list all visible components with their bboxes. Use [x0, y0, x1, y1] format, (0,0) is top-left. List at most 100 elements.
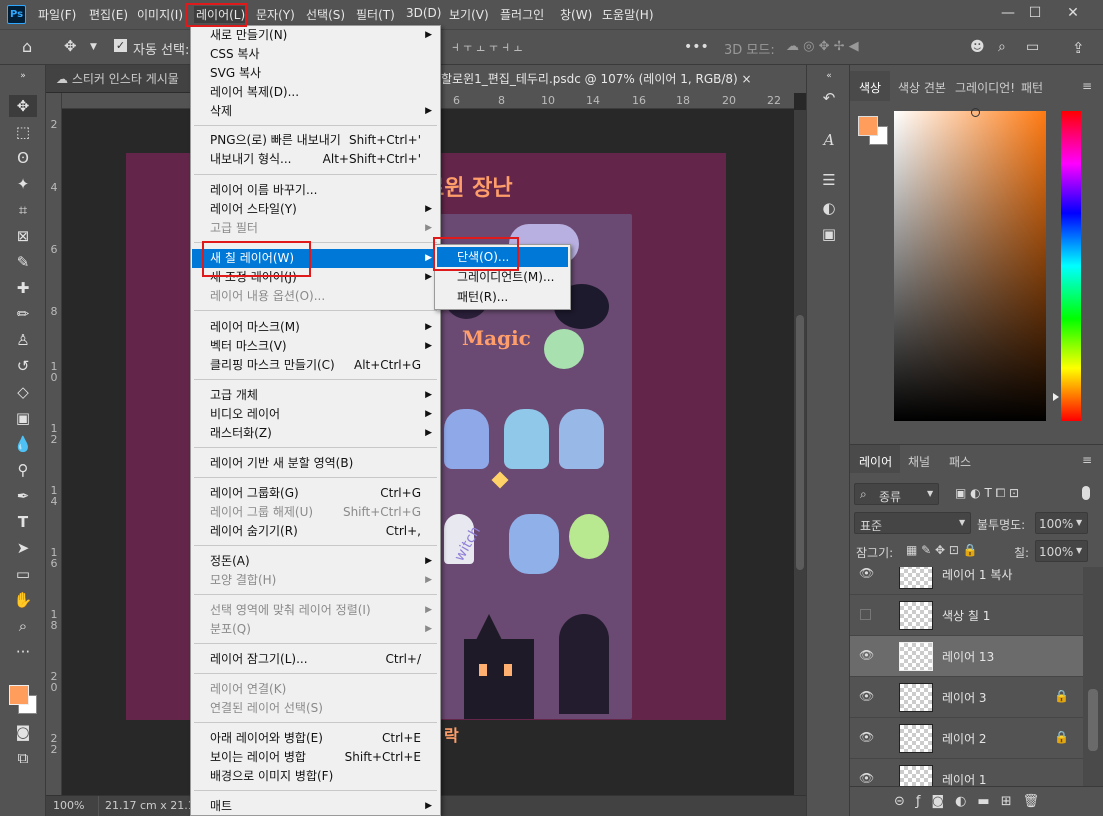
- collapse-icon[interactable]: «: [818, 65, 840, 87]
- eye-icon[interactable]: 👁: [859, 567, 874, 580]
- layer-row[interactable]: 👁 레이어 13: [850, 636, 1083, 677]
- menu-type[interactable]: 문자(Y): [256, 6, 295, 23]
- frame-tool-icon[interactable]: ⊠: [9, 225, 37, 247]
- menu-item-vector-mask[interactable]: 벡터 마스크(V) ▶: [192, 337, 439, 356]
- dodge-tool-icon[interactable]: ⚲: [9, 459, 37, 481]
- rectangle-tool-icon[interactable]: ▭: [9, 563, 37, 585]
- menu-window[interactable]: 창(W): [560, 6, 592, 23]
- tab-gradients[interactable]: 그레이디언!: [955, 79, 1015, 96]
- history-brush-icon[interactable]: ↺: [9, 355, 37, 377]
- share-icon[interactable]: ⇪: [1072, 39, 1085, 57]
- search-icon[interactable]: ⌕: [998, 39, 1006, 55]
- menu-item-layer-style[interactable]: 레이어 스타일(Y) ▶: [192, 200, 439, 219]
- menu-item-export-as[interactable]: 내보내기 형식... Alt+Shift+Ctrl+': [192, 150, 439, 169]
- quick-mask-icon[interactable]: ◙: [9, 721, 37, 743]
- color-picker-cursor[interactable]: [971, 108, 980, 117]
- screen-mode-icon[interactable]: ⧉: [9, 747, 37, 769]
- layer-row[interactable]: 👁 레이어 2 🔒: [850, 718, 1083, 759]
- menu-item-quick-export-png[interactable]: PNG으(로) 빠른 내보내기 Shift+Ctrl+': [192, 131, 439, 150]
- tab-cloud-document[interactable]: ☁ 스티커 인스타 게시물: [46, 65, 192, 93]
- menu-help[interactable]: 도움말(H): [602, 6, 654, 23]
- marquee-tool-icon[interactable]: ⬚: [9, 121, 37, 143]
- magic-wand-icon[interactable]: ✦: [9, 173, 37, 195]
- menu-select[interactable]: 선택(S): [306, 6, 345, 23]
- menu-item-merge-visible[interactable]: 보이는 레이어 병합 Shift+Ctrl+E: [192, 748, 439, 767]
- eye-icon[interactable]: 👁: [859, 689, 874, 703]
- character-icon[interactable]: A: [818, 129, 840, 151]
- menu-item-clipping-mask[interactable]: 클리핑 마스크 만들기(C) Alt+Ctrl+G: [192, 356, 439, 375]
- tab-paths[interactable]: 패스: [949, 453, 971, 470]
- opacity-field[interactable]: 100% ▼: [1035, 512, 1088, 534]
- eye-icon[interactable]: 👁: [859, 648, 874, 662]
- collapse-icon[interactable]: »: [9, 65, 37, 87]
- user-icon[interactable]: ☻: [970, 39, 985, 55]
- visibility-toggle[interactable]: [860, 609, 871, 620]
- hue-slider[interactable]: [1061, 111, 1081, 421]
- menu-item-rename-layer[interactable]: 레이어 이름 바꾸기...: [192, 181, 439, 200]
- healing-brush-icon[interactable]: ✚: [9, 277, 37, 299]
- chevron-down-icon[interactable]: ▼: [90, 42, 97, 52]
- filter-kind-select[interactable]: ⌕ 종류 ▼: [854, 483, 939, 505]
- foreground-color-swatch[interactable]: [858, 116, 878, 136]
- zoom-level[interactable]: 100%: [53, 799, 84, 812]
- panel-menu-icon[interactable]: ≡: [1082, 79, 1092, 93]
- fill-field[interactable]: 100% ▼: [1035, 540, 1088, 562]
- workspace-icon[interactable]: ▭: [1026, 39, 1039, 55]
- color-picker-field[interactable]: [894, 108, 1046, 421]
- auto-select-checkbox[interactable]: ✓: [114, 39, 127, 52]
- lock-icons[interactable]: ▦ ✎ ✥ ⊡ 🔒: [906, 543, 978, 557]
- layer-row[interactable]: 색상 칠 1: [850, 595, 1083, 636]
- layer-row[interactable]: 👁 레이어 1 복사: [850, 567, 1083, 595]
- properties-icon[interactable]: ☰: [818, 169, 840, 191]
- menu-item-rasterize[interactable]: 래스터화(Z) ▶: [192, 424, 439, 443]
- scrollbar-thumb[interactable]: [1088, 689, 1098, 751]
- eyedropper-icon[interactable]: ✎: [9, 251, 37, 273]
- menu-item-new[interactable]: 새로 만들기(N) ▶: [192, 26, 439, 45]
- gradient-tool-icon[interactable]: ▣: [9, 407, 37, 429]
- path-select-icon[interactable]: ➤: [9, 537, 37, 559]
- menu-item-group-layers[interactable]: 레이어 그룹화(G) Ctrl+G: [192, 484, 439, 503]
- layer-row[interactable]: 👁 레이어 3 🔒: [850, 677, 1083, 718]
- blur-tool-icon[interactable]: 💧: [9, 433, 37, 455]
- menu-item-video-layers[interactable]: 비디오 레이어 ▶: [192, 405, 439, 424]
- menu-file[interactable]: 파일(F): [38, 6, 76, 23]
- menu-3d[interactable]: 3D(D): [406, 6, 441, 20]
- menu-item-merge-down[interactable]: 아래 레이어와 병합(E) Ctrl+E: [192, 729, 439, 748]
- panel-menu-icon[interactable]: ≡: [1082, 453, 1092, 467]
- align-icons[interactable]: ⫞ ⫟ ⫠ ⫟ ⫞ ⫠: [452, 39, 522, 55]
- pen-tool-icon[interactable]: ✒: [9, 485, 37, 507]
- scrollbar-thumb[interactable]: [796, 315, 804, 570]
- history-icon[interactable]: ↶: [818, 87, 840, 109]
- menu-item-flatten-image[interactable]: 배경으로 이미지 병합(F): [192, 767, 439, 786]
- adjustments-icon[interactable]: ◐: [818, 197, 840, 219]
- layer-filter-icons[interactable]: ▣ ◐ T ⧠ ⊡: [955, 486, 1019, 501]
- tab-patterns[interactable]: 패턴: [1021, 79, 1043, 96]
- libraries-icon[interactable]: ▣: [818, 223, 840, 245]
- menu-item-copy-svg[interactable]: SVG 복사: [192, 64, 439, 83]
- zoom-tool-icon[interactable]: ⌕: [9, 615, 37, 637]
- 3d-tools-icons[interactable]: ☁ ◎ ✥ ✢ ◀: [786, 39, 859, 54]
- eraser-tool-icon[interactable]: ◇: [9, 381, 37, 403]
- menu-image[interactable]: 이미지(I): [137, 6, 183, 23]
- stamp-tool-icon[interactable]: ♙: [9, 329, 37, 351]
- layers-scrollbar[interactable]: [1083, 567, 1103, 786]
- layer-action-icons[interactable]: ⊝ƒ◙◐▬⊞🗑: [894, 794, 1050, 809]
- menu-item-hide-layers[interactable]: 레이어 숨기기(R) Ctrl+,: [192, 522, 439, 541]
- type-tool-icon[interactable]: T: [9, 511, 37, 533]
- more-options-icon[interactable]: •••: [684, 39, 709, 55]
- menu-view[interactable]: 보기(V): [449, 6, 489, 23]
- eye-icon[interactable]: 👁: [859, 730, 874, 744]
- move-tool-icon[interactable]: ✥: [9, 95, 37, 117]
- vertical-scrollbar[interactable]: [794, 110, 806, 795]
- menu-item-lock-layers[interactable]: 레이어 잠그기(L)... Ctrl+/: [192, 650, 439, 669]
- hand-tool-icon[interactable]: ✋: [9, 589, 37, 611]
- hue-slider-handle[interactable]: [1053, 393, 1059, 401]
- crop-tool-icon[interactable]: ⌗: [9, 199, 37, 221]
- menu-item-smart-objects[interactable]: 고급 개체 ▶: [192, 386, 439, 405]
- tab-color[interactable]: 색상: [859, 79, 881, 96]
- move-tool-icon[interactable]: ✥: [64, 37, 77, 55]
- foreground-color-swatch[interactable]: [9, 685, 29, 705]
- menu-item-copy-css[interactable]: CSS 복사: [192, 45, 439, 64]
- lasso-tool-icon[interactable]: ʘ: [9, 147, 37, 169]
- menu-filter[interactable]: 필터(T): [356, 6, 395, 23]
